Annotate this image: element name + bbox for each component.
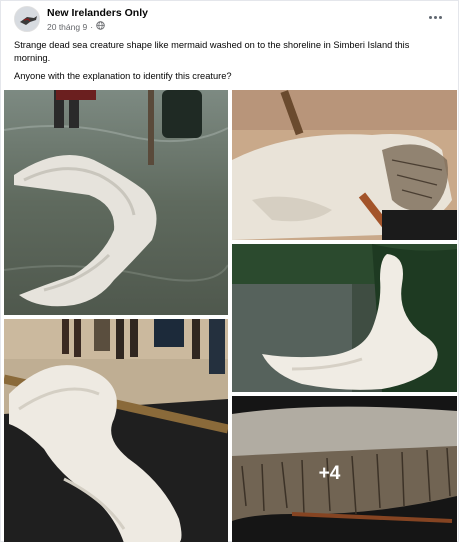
photo-gallery: +4 — [4, 90, 457, 542]
photo-1[interactable] — [4, 90, 228, 315]
more-photos-count: +4 — [318, 462, 341, 484]
post-date[interactable]: 20 tháng 9 — [47, 22, 87, 32]
post-header: New Irelanders Only 20 tháng 9 · — [1, 1, 458, 37]
page-name-link[interactable]: New Irelanders Only — [47, 7, 148, 19]
globe-icon — [96, 21, 105, 32]
post-meta: 20 tháng 9 · — [47, 21, 105, 32]
more-options-icon[interactable] — [426, 10, 444, 24]
page-avatar[interactable] — [14, 6, 40, 32]
post-text-line-1: Strange dead sea creature shape like mer… — [14, 40, 410, 63]
meta-separator: · — [90, 21, 94, 32]
photo-2[interactable] — [232, 90, 457, 240]
photo-4[interactable] — [4, 319, 228, 542]
post-body: Strange dead sea creature shape like mer… — [14, 39, 446, 88]
more-photos-overlay[interactable]: +4 — [232, 396, 457, 542]
photo-3[interactable] — [232, 244, 457, 392]
photo-5-more[interactable]: +4 — [232, 396, 457, 542]
post-card: New Irelanders Only 20 tháng 9 · Strange… — [0, 0, 459, 542]
post-text-line-2: Anyone with the explanation to identify … — [14, 71, 232, 81]
